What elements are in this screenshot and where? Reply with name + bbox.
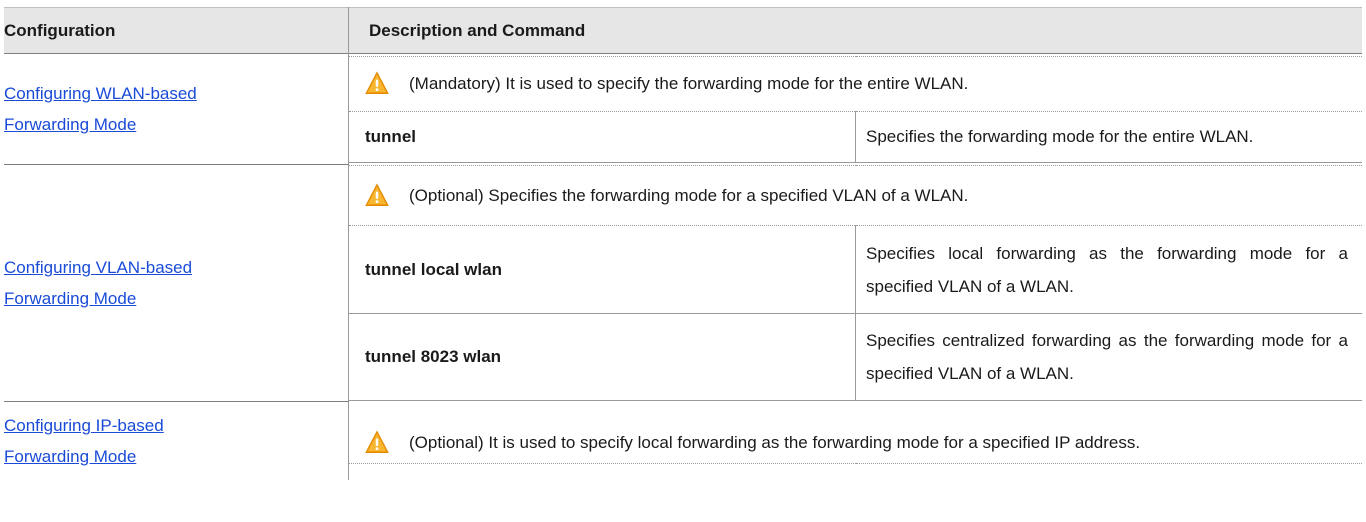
config-cell: Configuring IP-based Forwarding Mode [4, 402, 349, 481]
command-row: tunnel 8023 wlan Specifies centralized f… [349, 313, 1362, 401]
command-row: tunnel local wlan Specifies local forwar… [349, 225, 1362, 314]
command-description: Specifies the forwarding mode for the en… [855, 111, 1362, 163]
command-cell: (Optional) It is used to specify local f… [348, 401, 1362, 480]
configuration-table: Configuration Description and Command Co… [4, 7, 1362, 480]
header-configuration: Configuration [4, 20, 116, 40]
warning-icon [365, 184, 389, 206]
table-row: Configuring IP-based Forwarding Mode (Opt… [4, 401, 1362, 481]
command-name: tunnel local wlan [349, 225, 856, 314]
command-subtable: (Optional) Specifies the forwarding mode… [349, 165, 1362, 401]
command-name: tunnel 8023 wlan [349, 313, 856, 401]
note-row: (Optional) It is used to specify local f… [349, 417, 1362, 464]
command-subtable: (Mandatory) It is used to specify the fo… [349, 55, 1362, 163]
note-row: (Optional) Specifies the forwarding mode… [349, 165, 1362, 226]
link-configuring-ip-based-forwarding-mode[interactable]: Configuring IP-based Forwarding Mode [4, 410, 348, 472]
command-cell: (Optional) Specifies the forwarding mode… [348, 164, 1362, 402]
config-table-wrapper: Configuration Description and Command Co… [4, 7, 1362, 480]
note-text: (Optional) Specifies the forwarding mode… [409, 186, 969, 205]
command-row: tunnel Specifies the forwarding mode for… [349, 111, 1362, 163]
link-configuring-vlan-based-forwarding-mode[interactable]: Configuring VLAN-based Forwarding Mode [4, 252, 348, 314]
link-configuring-wlan-based-forwarding-mode[interactable]: Configuring WLAN-based Forwarding Mode [4, 78, 348, 140]
table-row: Configuring WLAN-based Forwarding Mode (M… [4, 53, 1362, 165]
note-text: (Optional) It is used to specify local f… [409, 432, 1141, 452]
header-description: Description and Command [348, 7, 1362, 54]
command-description: Specifies local forwarding as the forwar… [855, 225, 1362, 314]
command-name: tunnel [349, 111, 856, 163]
config-cell: Configuring WLAN-based Forwarding Mode [4, 53, 349, 165]
command-description: Specifies centralized forwarding as the … [855, 313, 1362, 401]
table-header-row: Configuration Description and Command [4, 7, 1362, 54]
command-cell: (Mandatory) It is used to specify the fo… [348, 53, 1362, 165]
warning-icon [365, 430, 389, 453]
note-row: (Mandatory) It is used to specify the fo… [349, 55, 1362, 112]
config-cell: Configuring VLAN-based Forwarding Mode [4, 164, 349, 402]
command-subtable: (Optional) It is used to specify local f… [349, 417, 1362, 464]
table-row: Configuring VLAN-based Forwarding Mode (O… [4, 164, 1362, 402]
warning-icon [365, 72, 389, 95]
note-text: (Mandatory) It is used to specify the fo… [409, 74, 969, 94]
